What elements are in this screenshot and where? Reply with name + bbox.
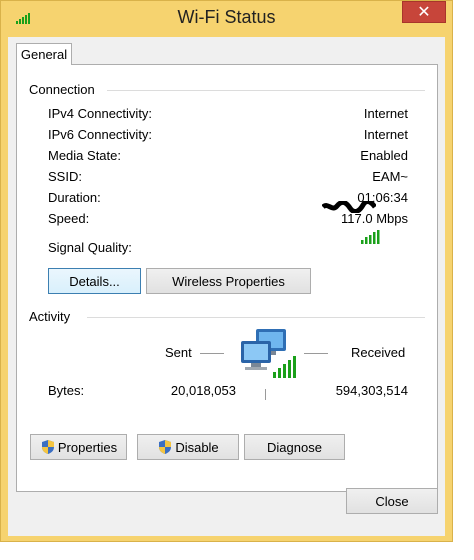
wireless-properties-button[interactable]: Wireless Properties [146,268,311,294]
properties-button-label: Properties [57,439,118,455]
activity-connector-line [265,389,266,400]
shield-icon [41,440,54,454]
bytes-sent-value: 20,018,053 [170,383,236,398]
network-computers-icon [241,329,296,378]
window-title: Wi-Fi Status [177,7,276,27]
title-bar[interactable]: Wi-Fi Status ✕ [1,1,452,37]
close-icon[interactable]: ✕ [402,1,446,23]
duration-label: Duration: [48,190,101,205]
ipv4-value: Internet [363,106,408,121]
ipv6-label: IPv6 Connectivity: [48,127,153,142]
connection-heading: Connection [29,82,95,97]
general-panel: Connection IPv4 Connectivity: Internet I… [16,64,438,492]
activity-divider [87,317,425,318]
disable-button-label: Disable [175,439,219,455]
ssid-value: EAM~ [372,169,408,184]
signal-quality-label: Signal Quality: [48,240,132,255]
received-label: Received [351,345,406,360]
signal-quality-icon [361,230,380,244]
properties-button[interactable]: Properties [30,434,127,460]
diagnose-button[interactable]: Diagnose [244,434,345,460]
wifi-status-dialog: Wi-Fi Status ✕ General Connection IPv4 C… [0,0,453,542]
ssid-label: SSID: [48,169,82,184]
connection-divider [107,90,425,91]
bytes-received-value: 594,303,514 [335,383,408,398]
sent-line [200,353,224,354]
dialog-client-area: General Connection IPv4 Connectivity: In… [8,37,445,536]
speed-label: Speed: [48,211,90,226]
media-state-value: Enabled [360,148,408,163]
details-button[interactable]: Details... [48,268,141,294]
speed-value: 117.0 Mbps [341,211,408,226]
received-line [304,353,328,354]
activity-heading: Activity [29,309,71,324]
media-state-label: Media State: [48,148,121,163]
close-button[interactable]: Close [346,488,438,514]
shield-icon [159,440,172,454]
ipv6-value: Internet [363,127,408,142]
sent-label: Sent [165,345,192,360]
ipv4-label: IPv4 Connectivity: [48,106,153,121]
tab-general[interactable]: General [16,43,72,65]
bytes-label: Bytes: [48,383,85,398]
duration-value: 01:06:34 [357,190,408,205]
disable-button[interactable]: Disable [137,434,239,460]
